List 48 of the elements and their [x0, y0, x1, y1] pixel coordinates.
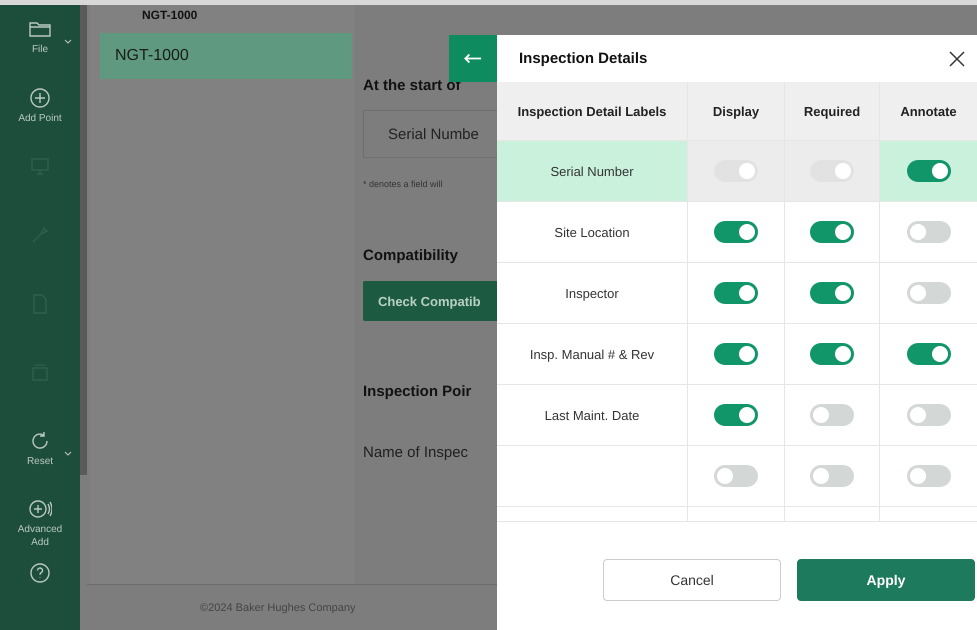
- toggle-switch[interactable]: [714, 404, 758, 426]
- caret-icon[interactable]: [64, 450, 72, 457]
- toggle-switch[interactable]: [714, 282, 758, 304]
- toggle-switch[interactable]: [714, 221, 758, 243]
- toggle-switch[interactable]: [906, 465, 950, 487]
- scrollbar[interactable]: [80, 5, 87, 475]
- panel-header: NGT-1000: [141, 7, 198, 24]
- note-text: * denotes a field will: [363, 179, 444, 189]
- section-heading: Inspection Poir: [363, 383, 472, 400]
- column-header: Annotate: [899, 102, 958, 120]
- copyright-text: ©2024 Baker Hughes Company: [200, 602, 356, 614]
- toggle-switch[interactable]: [906, 343, 950, 365]
- row-label: Site Location: [554, 224, 630, 240]
- toggle-switch[interactable]: [906, 160, 950, 182]
- toggle-switch[interactable]: [714, 343, 758, 365]
- back-arrow-icon: [464, 53, 482, 64]
- row-label: Serial Number: [550, 164, 634, 178]
- help-icon[interactable]: [28, 561, 52, 586]
- back-button[interactable]: [449, 35, 497, 82]
- toggle-switch[interactable]: [810, 221, 854, 243]
- toggle-switch[interactable]: [906, 282, 950, 304]
- column-header: Inspection Detail Labels: [497, 82, 688, 140]
- row-label: Inspector: [565, 286, 619, 300]
- toggle-switch[interactable]: [714, 465, 758, 487]
- field-label: Name of Inspec: [363, 444, 470, 461]
- caret-icon[interactable]: [64, 39, 72, 45]
- toggle-switch[interactable]: [810, 465, 854, 487]
- toggle-switch[interactable]: [810, 343, 854, 365]
- apply-button[interactable]: Apply: [797, 559, 975, 601]
- cancel-button[interactable]: Cancel: [603, 559, 781, 601]
- dialog-title: Inspection Details: [519, 50, 648, 67]
- plus-circle-icon[interactable]: [28, 86, 52, 110]
- column-header: Required: [785, 82, 880, 140]
- sidebar-label[interactable]: Advanced Add: [10, 524, 70, 550]
- toggle-switch[interactable]: [906, 221, 950, 243]
- close-button[interactable]: [947, 48, 967, 68]
- row-label: Last Maint. Date: [544, 408, 640, 422]
- list-item[interactable]: NGT-1000: [100, 33, 352, 79]
- sidebar-label[interactable]: File: [32, 44, 48, 56]
- toggle-switch[interactable]: [810, 282, 854, 304]
- row-label: Insp. Manual # & Rev: [530, 346, 654, 362]
- toggle-switch[interactable]: [906, 404, 950, 426]
- close-icon: [949, 50, 965, 66]
- section-heading: Compatibility: [363, 247, 460, 264]
- toggle-switch[interactable]: [810, 404, 854, 426]
- sidebar-label[interactable]: Add Point: [18, 112, 62, 126]
- sidebar-label[interactable]: Reset: [26, 456, 54, 468]
- column-header: Display: [688, 82, 785, 140]
